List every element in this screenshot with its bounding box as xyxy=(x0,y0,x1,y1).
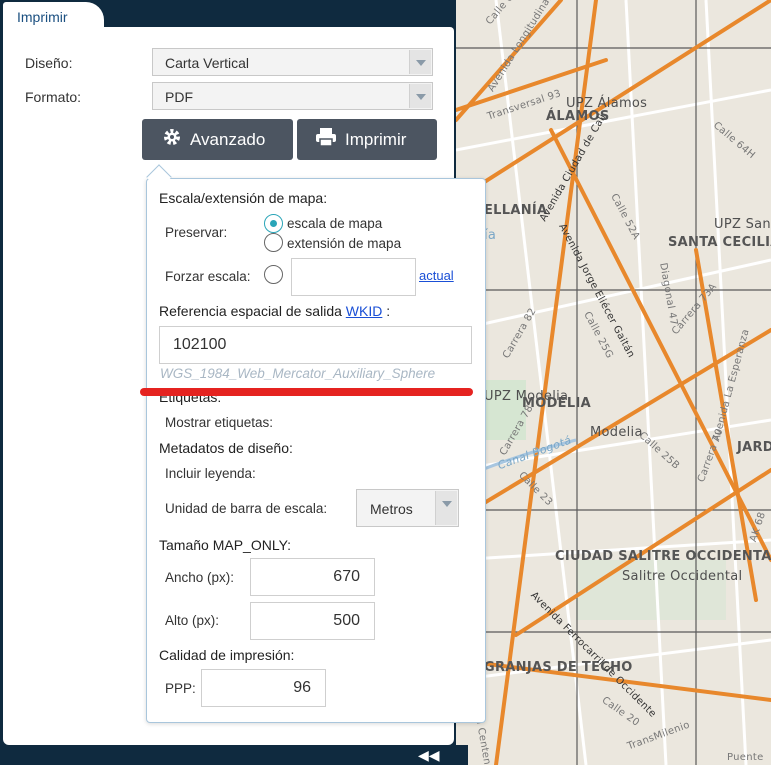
force-scale-label: Forzar escala: xyxy=(165,269,251,284)
collapse-icon[interactable]: ◀◀ xyxy=(418,747,440,764)
chevron-down-icon xyxy=(435,491,457,525)
dpi-label: PPP: xyxy=(165,681,196,696)
map-view[interactable]: UPZ Álamos ÁLAMOS ELLANÍA ía SANTA CECIL… xyxy=(456,0,771,765)
chevron-down-icon xyxy=(409,50,431,74)
preserve-extent-label: extensión de mapa xyxy=(287,236,402,251)
printer-icon xyxy=(315,127,337,152)
width-label: Ancho (px): xyxy=(165,570,235,585)
format-select-value: PDF xyxy=(165,89,193,105)
preserve-scale-radio[interactable] xyxy=(264,214,283,233)
map-label-puente: Puente xyxy=(727,752,764,763)
wkid-link[interactable]: WKID xyxy=(346,303,383,319)
format-label: Formato: xyxy=(25,89,82,105)
map-label-modelia-small: Modelia xyxy=(590,425,643,440)
advanced-button-label: Avanzado xyxy=(190,129,266,149)
layout-select-value: Carta Vertical xyxy=(165,55,250,71)
layout-label: Diseño: xyxy=(25,55,73,71)
current-scale-link[interactable]: actual xyxy=(419,268,454,283)
include-legend-label: Incluir leyenda: xyxy=(165,466,256,481)
force-scale-radio[interactable] xyxy=(264,265,283,284)
map-label-jard: JARD xyxy=(737,440,771,455)
force-scale-input[interactable] xyxy=(291,258,416,296)
spatial-ref-colon: : xyxy=(386,303,391,319)
quality-heading: Calidad de impresión: xyxy=(159,647,295,663)
wkid-input[interactable]: 102100 xyxy=(159,326,472,364)
width-input[interactable]: 670 xyxy=(250,558,375,596)
layout-select[interactable]: Carta Vertical xyxy=(152,48,433,76)
dpi-input[interactable]: 96 xyxy=(201,669,326,707)
scalebar-unit-value: Metros xyxy=(370,501,413,517)
map-label-upz-santa: UPZ Sant xyxy=(714,217,771,232)
scalebar-unit-label: Unidad de barra de escala: xyxy=(165,501,328,516)
format-select[interactable]: PDF xyxy=(152,82,433,110)
layout-metadata-heading: Metadatos de diseño: xyxy=(159,440,293,456)
print-button-label: Imprimir xyxy=(345,129,407,149)
scalebar-unit-select[interactable]: Metros xyxy=(356,489,459,527)
scale-extent-heading: Escala/extensión de mapa: xyxy=(159,190,328,206)
red-annotation-line xyxy=(140,388,473,396)
map-label-santa-cecilia: SANTA CECILIA xyxy=(668,235,771,250)
preserve-label: Preservar: xyxy=(165,225,228,240)
advanced-button[interactable]: Avanzado xyxy=(142,119,293,160)
spatial-ref-label: Referencia espacial de salida xyxy=(159,303,342,319)
height-input[interactable]: 500 xyxy=(250,602,375,640)
map-label-salitre-occidental: Salitre Occidental xyxy=(622,569,743,584)
preserve-extent-radio[interactable] xyxy=(264,233,283,252)
gear-icon xyxy=(162,127,182,152)
tab-imprimir[interactable]: Imprimir xyxy=(3,2,104,29)
height-label: Alto (px): xyxy=(165,613,220,628)
map-only-heading: Tamaño MAP_ONLY: xyxy=(159,537,292,553)
widget-footer: ◀◀ xyxy=(0,745,468,765)
wkid-name: WGS_1984_Web_Mercator_Auxiliary_Sphere xyxy=(160,366,436,381)
show-labels-label: Mostrar etiquetas: xyxy=(165,415,274,430)
chevron-down-icon xyxy=(409,84,431,108)
print-button[interactable]: Imprimir xyxy=(297,119,437,160)
map-label-ciudad-salitre: CIUDAD SALITRE OCCIDENTAL xyxy=(555,549,771,564)
preserve-scale-label: escala de mapa xyxy=(287,216,383,231)
spatial-ref-heading: Referencia espacial de salida WKID : xyxy=(159,303,390,319)
